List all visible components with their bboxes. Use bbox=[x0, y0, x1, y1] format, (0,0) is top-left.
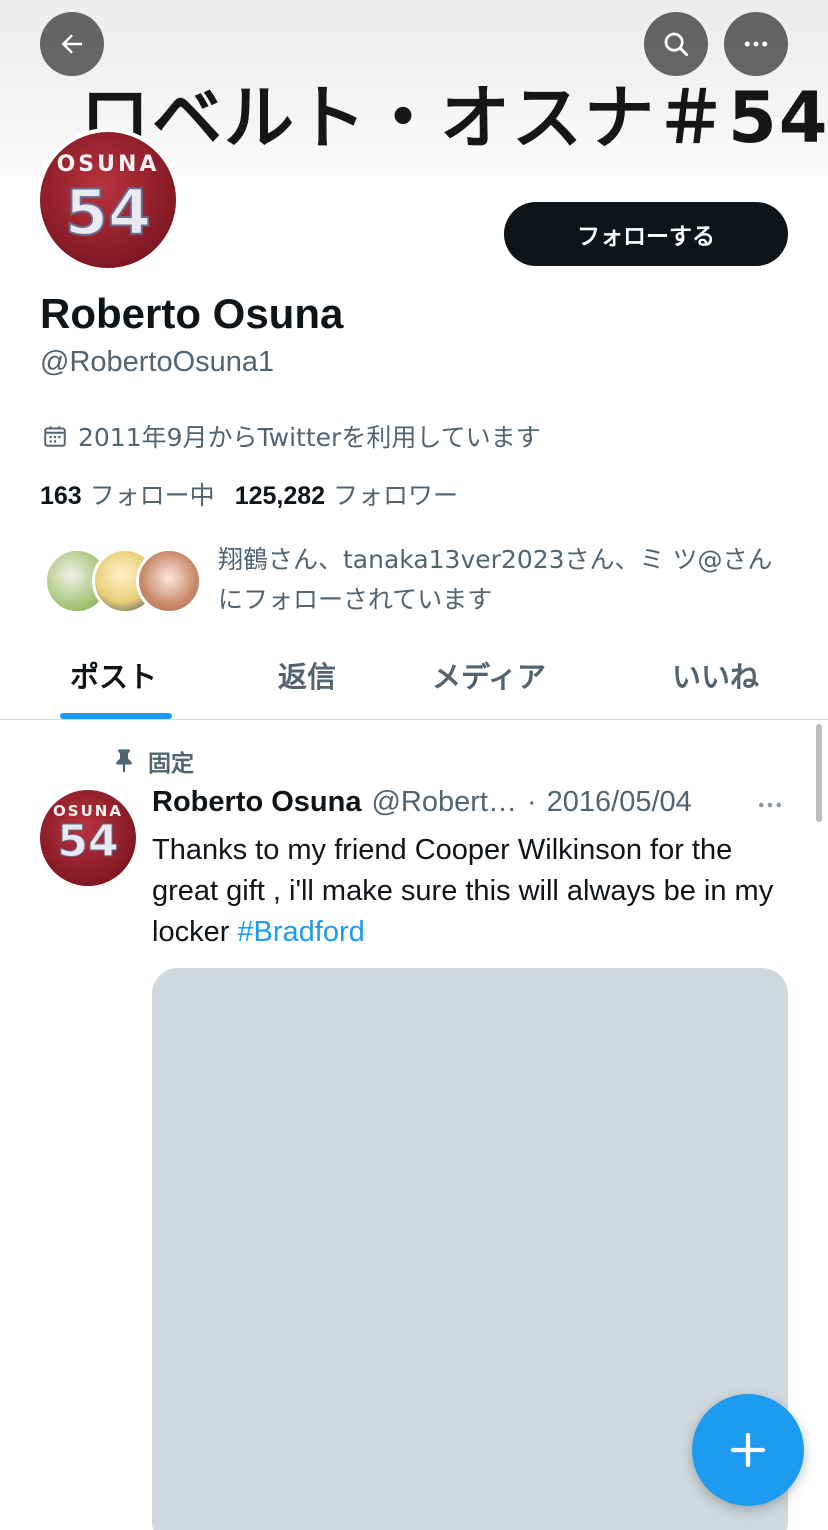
post-hashtag[interactable]: #Bradford bbox=[237, 916, 364, 948]
followed-by[interactable]: 翔鶴さん、tanaka13ver2023さん、ミ ツ@さんにフォローされています bbox=[40, 540, 800, 620]
post-avatar-jersey-number: 54 bbox=[57, 816, 119, 868]
pinned-label: 固定 bbox=[148, 751, 194, 777]
profile-tabs: ポスト 返信 メディア いいね bbox=[0, 640, 828, 720]
compose-post-button[interactable] bbox=[692, 1394, 804, 1506]
scrollbar[interactable] bbox=[816, 724, 822, 822]
post-body: Thanks to my friend Cooper Wilkinson for… bbox=[152, 830, 792, 953]
search-icon bbox=[664, 32, 689, 57]
following-link[interactable]: 163 フォロー中 bbox=[40, 476, 215, 512]
arrow-left-icon bbox=[61, 34, 82, 54]
post-author-avatar[interactable]: OSUNA 54 bbox=[40, 790, 136, 886]
banner-text: ロベルト・オスナ＃54 bbox=[80, 77, 828, 159]
pin-icon bbox=[116, 749, 132, 773]
post-author-name[interactable]: Roberto Osuna bbox=[152, 786, 361, 819]
joined-text: 2011年9月からTwitterを利用しています bbox=[78, 423, 541, 452]
tab-posts[interactable]: ポスト bbox=[70, 654, 157, 696]
post-author-handle[interactable]: @Robert… bbox=[371, 786, 516, 819]
pinned-indicator: 固定 bbox=[110, 744, 194, 778]
plus-icon bbox=[730, 1432, 766, 1468]
tab-likes[interactable]: いいね bbox=[672, 654, 759, 696]
followers-link[interactable]: 125,282 フォロワー bbox=[235, 476, 458, 512]
avatar-jersey-number: 54 bbox=[64, 175, 152, 250]
more-horizontal-icon bbox=[759, 802, 781, 808]
follower-avatar bbox=[136, 548, 202, 614]
joined-date: 2011年9月からTwitterを利用しています bbox=[42, 418, 541, 454]
profile-display-name: Roberto Osuna bbox=[40, 290, 344, 337]
post-more-button[interactable] bbox=[752, 790, 788, 820]
post-header: Roberto Osuna @Robert… · 2016/05/04 bbox=[152, 786, 692, 819]
search-button[interactable] bbox=[644, 12, 708, 76]
followers-label: フォロワー bbox=[333, 481, 459, 510]
post-separator: · bbox=[526, 786, 537, 818]
profile-avatar[interactable]: OSUNA 54 bbox=[36, 128, 180, 272]
following-count: 163 bbox=[40, 482, 82, 510]
tab-replies[interactable]: 返信 bbox=[278, 654, 336, 696]
post-date[interactable]: 2016/05/04 bbox=[547, 786, 692, 819]
more-horizontal-icon bbox=[744, 41, 768, 47]
avatar-jersey-name: OSUNA bbox=[56, 152, 160, 177]
followers-count: 125,282 bbox=[234, 482, 326, 510]
following-label: フォロー中 bbox=[89, 481, 215, 510]
back-button[interactable] bbox=[40, 12, 104, 76]
more-button[interactable] bbox=[724, 12, 788, 76]
active-tab-indicator bbox=[60, 713, 172, 719]
calendar-icon bbox=[44, 426, 66, 447]
profile-handle: @RobertoOsuna1 bbox=[40, 346, 275, 378]
tab-media[interactable]: メディア bbox=[432, 654, 546, 696]
followed-by-text: 翔鶴さん、tanaka13ver2023さん、ミ ツ@さんにフォローされています bbox=[218, 545, 773, 614]
follow-stats: 163 フォロー中 125,282 フォロワー bbox=[40, 476, 458, 512]
follow-button[interactable]: フォローする bbox=[504, 202, 788, 266]
